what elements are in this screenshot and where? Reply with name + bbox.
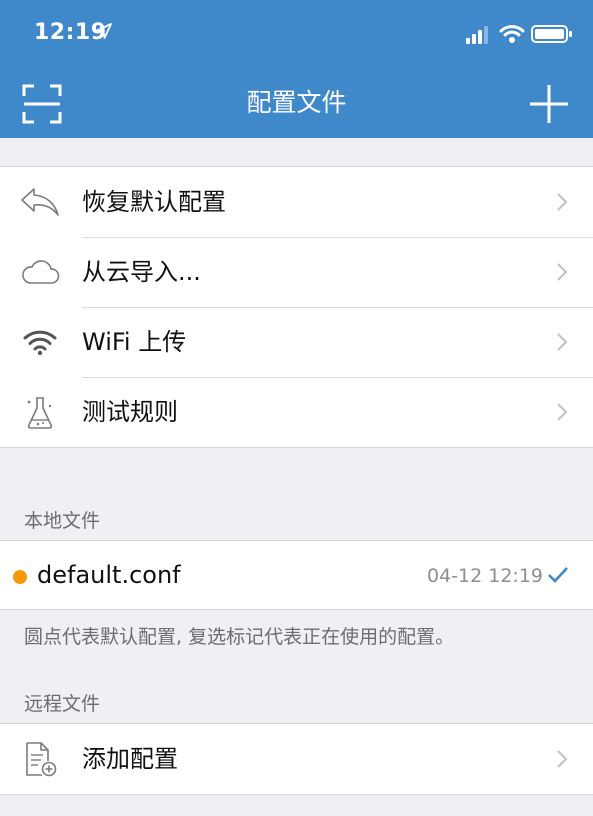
navigation-bar: 配置文件 [0,70,593,138]
menu-item-import-cloud[interactable]: 从云导入... [0,237,593,307]
add-config-label: 添加配置 [82,745,178,773]
local-files-header: 本地文件 [24,510,101,532]
top-bar: 12:19 配置文件 [0,0,593,138]
file-row-default-conf[interactable]: default.conf 04-12 12:19 [0,541,593,609]
checkmark-icon [548,567,568,583]
battery-icon [531,25,572,43]
menu-item-label: 测试规则 [82,398,178,426]
cellular-signal-icon [466,26,488,44]
location-arrow-icon [96,23,112,39]
chevron-right-icon [557,263,568,281]
chevron-right-icon [557,193,568,211]
chevron-right-icon [557,750,568,768]
remote-files-group: 添加配置 [0,723,593,795]
local-files-group: default.conf 04-12 12:19 [0,540,593,610]
menu-item-label: WiFi 上传 [82,328,187,356]
menu-item-test-rules[interactable]: 测试规则 [0,377,593,447]
menu-item-label: 从云导入... [82,258,201,286]
file-modified-time: 04-12 12:19 [427,565,544,587]
remote-files-header: 远程文件 [24,693,101,715]
add-file-icon [20,741,60,777]
default-indicator-dot [13,570,27,584]
menu-item-label: 恢复默认配置 [82,188,226,216]
wifi-icon [20,324,60,360]
add-button[interactable] [528,83,570,125]
local-files-note: 圆点代表默认配置, 复选标记代表正在使用的配置。 [24,626,455,648]
restore-icon [20,184,60,220]
flask-icon [20,394,60,430]
file-name: default.conf [37,561,181,589]
menu-group: 恢复默认配置 从云导入... WiFi 上传 测试规则 [0,166,593,448]
plus-icon [530,85,568,123]
cloud-icon [20,254,60,290]
wifi-status-icon [499,25,525,43]
menu-item-wifi-upload[interactable]: WiFi 上传 [0,307,593,377]
chevron-right-icon [557,403,568,421]
status-bar: 12:19 [0,0,593,70]
add-config-row[interactable]: 添加配置 [0,724,593,794]
menu-item-restore-default[interactable]: 恢复默认配置 [0,167,593,237]
chevron-right-icon [557,333,568,351]
page-title: 配置文件 [246,88,347,117]
